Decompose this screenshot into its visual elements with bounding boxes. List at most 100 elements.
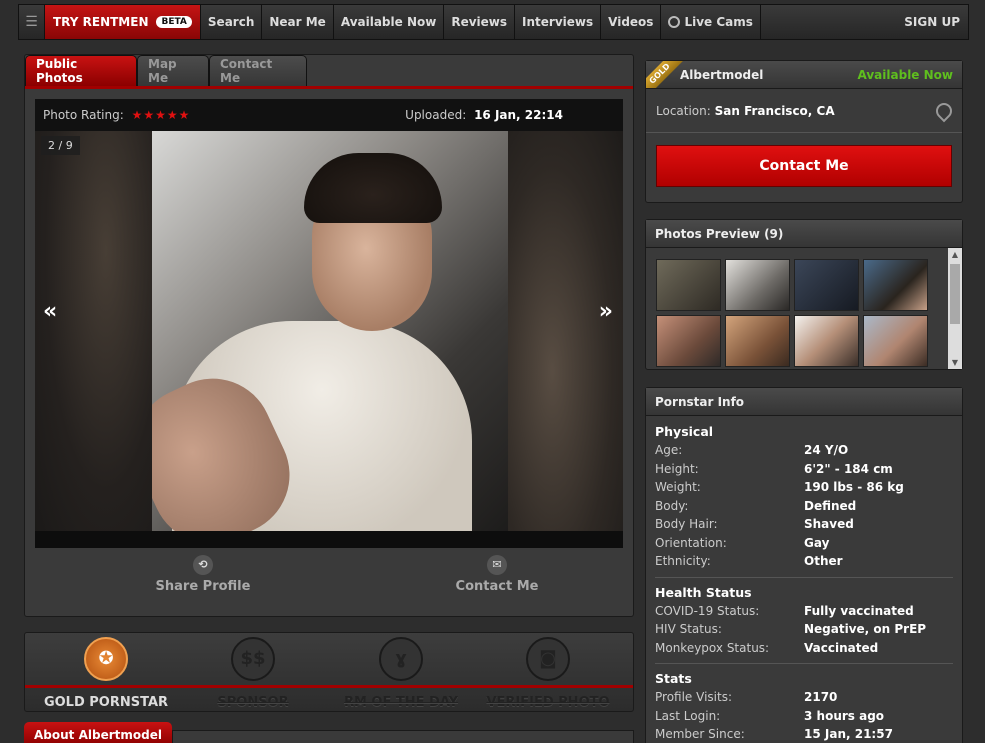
map-pin-icon[interactable] [932,99,956,122]
info-key: Weight: [655,480,701,495]
share-profile-button[interactable]: ⟲ Share Profile [123,555,283,594]
info-key: Member Since: [655,727,745,742]
info-row: Ethnicity: Other [655,552,953,571]
photo-thumbnail[interactable] [794,315,859,367]
nav-live-cams-label: Live Cams [684,15,753,29]
location-label: Location: [656,103,711,118]
gold-medal-icon: ✪ [84,637,128,681]
photo-thumbnail[interactable] [863,259,928,311]
photos-preview: Photos Preview (9) ▲ ▼ [645,219,963,370]
info-body: Physical Age: 24 Y/O Height: 6'2" - 184 cm… [646,416,962,743]
scroll-down-icon[interactable]: ▼ [948,358,962,367]
info-row: Weight: 190 lbs - 86 kg [655,478,953,497]
info-key: Orientation: [655,535,727,550]
physical-title: Physical [655,424,714,439]
section-divider [655,663,953,664]
badge-rm-of-the-day: ɣ RM OF THE DAY [326,637,476,710]
tab-about[interactable]: About Albertmodel [24,722,172,743]
info-value: 24 Y/O [804,443,849,458]
main-photo[interactable] [152,131,508,531]
info-value: Defined [804,498,857,513]
photo-rating: Photo Rating: ★★★★★ [43,108,190,122]
badge-label: VERIFIED PHOTO [486,695,610,710]
previous-photo-preview[interactable] [35,131,153,531]
badges-panel: ✪ GOLD PORNSTAR $$ SPONSOR ɣ RM OF THE D… [24,632,634,712]
info-value: Other [804,554,843,569]
info-value: Gay [804,535,830,550]
info-key: HIV Status: [655,622,722,637]
section-divider [655,576,953,578]
health-title: Health Status [655,584,752,600]
next-arrow-icon[interactable]: » [599,299,613,324]
about-panel-edge [172,730,634,743]
info-row: Body Hair: Shaved [655,515,953,534]
photo-thumbnail[interactable] [656,315,721,367]
info-title: Pornstar Info [646,388,962,416]
nav-videos[interactable]: Videos [601,5,662,39]
menu-icon[interactable]: ☰ [19,5,45,39]
nav-reviews[interactable]: Reviews [444,5,516,39]
photo-tabs: Public Photos Map Me Contact Me [25,55,633,89]
location-value: San Francisco, CA [714,103,835,118]
tab-contact-me[interactable]: Contact Me [209,55,307,86]
photo-header: Photo Rating: ★★★★★ Uploaded: 16 Jan, 22… [35,99,623,131]
previous-arrow-icon[interactable]: « [43,299,57,324]
location-text: Location: San Francisco, CA [656,104,835,118]
profile-summary: GOLD Albertmodel Available Now Location:… [645,60,963,203]
next-photo-preview[interactable] [505,131,623,531]
envelope-icon: ✉ [487,555,507,575]
location-row: Location: San Francisco, CA [646,89,962,133]
sign-up-link[interactable]: SIGN UP [896,5,968,39]
contact-me-button[interactable]: Contact Me [656,145,952,187]
info-value: Negative, on PrEP [804,622,927,637]
info-key: Last Login: [655,708,721,723]
nav-interviews[interactable]: Interviews [515,5,602,39]
info-row: HIV Status: Negative, on PrEP [655,620,953,639]
try-rentmen-link[interactable]: TRY RENTMEN BETA [45,5,201,39]
tab-map-me[interactable]: Map Me [137,55,209,86]
photo-thumbnail[interactable] [656,259,721,311]
photo-thumbnail[interactable] [725,259,790,311]
photo-actions: ⟲ Share Profile ✉ Contact Me [35,555,623,605]
nav-search[interactable]: Search [201,5,263,39]
photo-rating-label: Photo Rating: [43,108,124,122]
upload-info: Uploaded: 16 Jan, 22:14 [405,108,563,122]
uploaded-label: Uploaded: [405,108,467,122]
stats-title: Stats [655,671,692,686]
photo-hair-shape [304,153,442,223]
thumbnail-scrollbar[interactable]: ▲ ▼ [948,248,962,369]
photo-thumbnail[interactable] [725,315,790,367]
info-value: 2170 [804,690,838,705]
camera-icon: ◙ [526,637,570,681]
info-key: Ethnicity: [655,554,711,569]
info-value: 190 lbs - 86 kg [804,480,904,495]
badge-label: SPONSOR [217,695,289,710]
info-row: Last Login: 3 hours ago [655,707,953,726]
photo-viewer[interactable]: 2 / 9 « » [35,131,623,548]
viewer-bottom-strip [35,531,623,548]
badge-gold-pornstar: ✪ GOLD PORNSTAR [31,637,181,710]
availability-status: Available Now [857,67,954,82]
info-row: Profile Visits: 2170 [655,688,953,707]
share-icon: ⟲ [193,555,213,575]
info-row: Body: Defined [655,497,953,516]
nav-available-now[interactable]: Available Now [334,5,445,39]
contact-me-action-button[interactable]: ✉ Contact Me [417,555,577,594]
info-row: Orientation: Gay [655,534,953,553]
photo-thumbnail[interactable] [863,315,928,367]
info-value: 15 Jan, 21:57 [804,727,893,742]
info-value: 3 hours ago [804,708,885,723]
tab-public-photos[interactable]: Public Photos [25,55,137,86]
badge-label: RM OF THE DAY [343,695,459,710]
info-value: 6'2" - 184 cm [804,461,893,476]
photo-thumbnail[interactable] [794,259,859,311]
scrollbar-thumb[interactable] [950,264,960,324]
scroll-up-icon[interactable]: ▲ [948,250,962,259]
beta-badge: BETA [156,16,192,28]
profile-header: GOLD Albertmodel Available Now [646,61,962,89]
nav-near-me[interactable]: Near Me [262,5,334,39]
nav-live-cams[interactable]: Live Cams [661,5,761,39]
profile-name: Albertmodel [680,67,764,82]
photo-counter: 2 / 9 [41,136,80,155]
